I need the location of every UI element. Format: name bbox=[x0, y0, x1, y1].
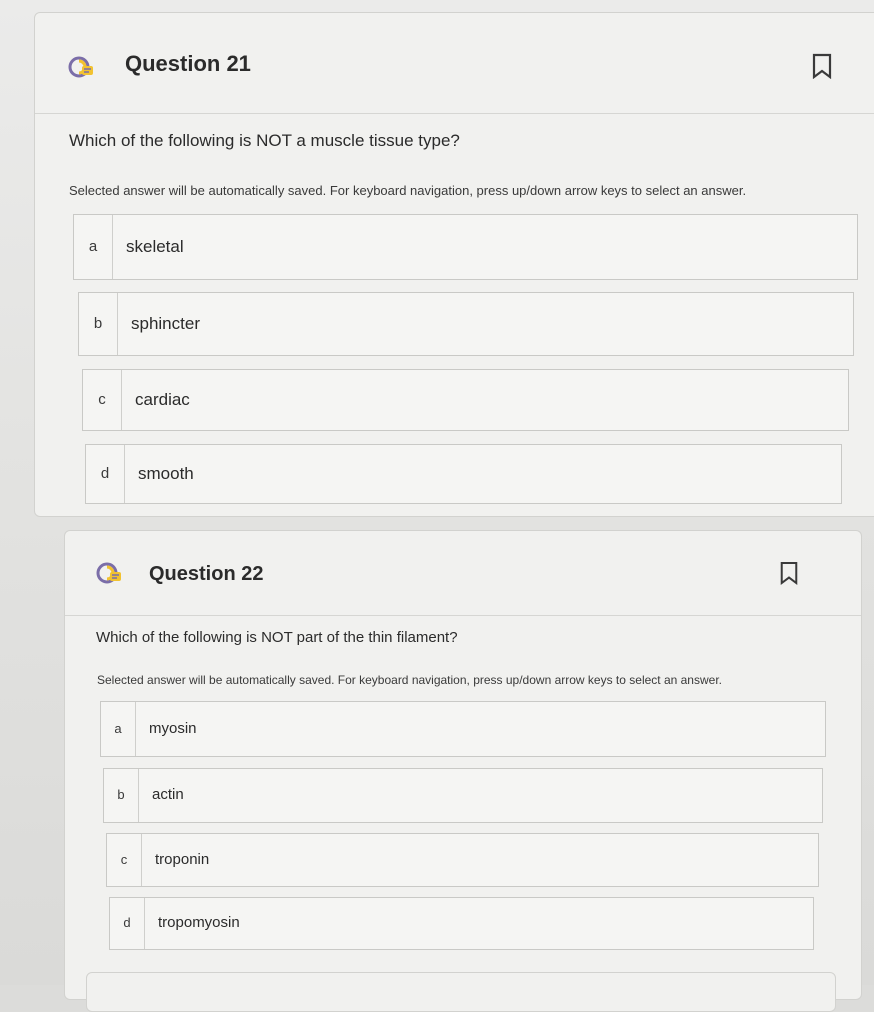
question-header: Question 21 bbox=[35, 13, 874, 114]
option-label: cardiac bbox=[135, 390, 190, 409]
option-letter: a bbox=[101, 702, 136, 756]
question-prompt: Which of the following is NOT a muscle t… bbox=[69, 131, 460, 150]
question-hint: Selected answer will be automatically sa… bbox=[69, 183, 747, 198]
option-label: myosin bbox=[149, 720, 197, 737]
option-label: sphincter bbox=[131, 314, 200, 333]
answer-option-c[interactable]: c cardiac bbox=[82, 369, 849, 431]
answer-option-d[interactable]: d tropomyosin bbox=[109, 897, 814, 950]
option-letter: c bbox=[107, 834, 142, 886]
bookmark-flag-icon[interactable] bbox=[811, 53, 833, 80]
option-letter: b bbox=[104, 769, 139, 822]
option-label: tropomyosin bbox=[158, 914, 240, 931]
option-letter: d bbox=[110, 898, 145, 949]
option-letter: a bbox=[74, 215, 113, 279]
option-letter: b bbox=[79, 293, 118, 355]
question-card-21: Question 21 Which of the following is NO… bbox=[34, 12, 874, 517]
question-prompt: Which of the following is NOT part of th… bbox=[96, 629, 458, 646]
bookmark-flag-icon[interactable] bbox=[779, 561, 799, 585]
question-card-22: Question 22 Which of the following is NO… bbox=[64, 530, 862, 1000]
question-hint: Selected answer will be automatically sa… bbox=[97, 673, 722, 687]
option-label: smooth bbox=[138, 464, 194, 483]
option-letter: c bbox=[83, 370, 122, 430]
quiz-page: Question 21 Which of the following is NO… bbox=[0, 0, 874, 1012]
answer-option-a[interactable]: a myosin bbox=[100, 701, 826, 757]
question-header: Question 22 bbox=[65, 531, 861, 616]
answer-option-b[interactable]: b actin bbox=[103, 768, 823, 823]
option-label: troponin bbox=[155, 851, 210, 868]
answer-option-d[interactable]: d smooth bbox=[85, 444, 842, 504]
answer-option-a[interactable]: a skeletal bbox=[73, 214, 858, 280]
question-status-icon bbox=[68, 55, 94, 79]
question-title: Question 21 bbox=[125, 51, 251, 76]
answer-option-c[interactable]: c troponin bbox=[106, 833, 819, 887]
option-label: skeletal bbox=[126, 237, 184, 256]
option-letter: d bbox=[86, 445, 125, 503]
answer-option-b[interactable]: b sphincter bbox=[78, 292, 854, 356]
option-label: actin bbox=[152, 786, 184, 803]
question-card-next bbox=[86, 972, 836, 1012]
question-title: Question 22 bbox=[149, 563, 264, 585]
question-status-icon bbox=[96, 561, 122, 585]
